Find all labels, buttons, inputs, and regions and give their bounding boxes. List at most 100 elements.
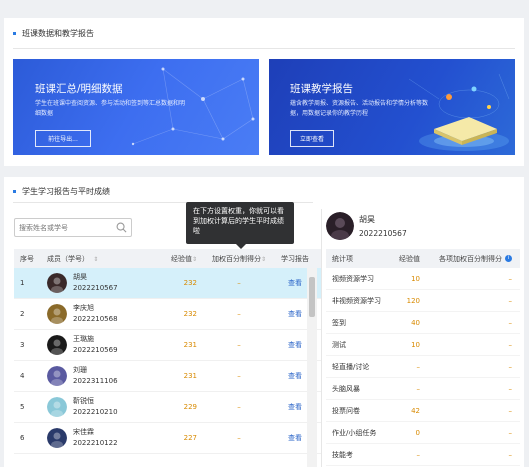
stat-item: 视频资源学习 (332, 274, 374, 283)
row-number: 6 (20, 434, 25, 442)
avatar (47, 304, 67, 324)
pct-value: – (237, 279, 241, 287)
search-box[interactable] (14, 218, 132, 237)
avatar (47, 428, 67, 448)
member-name: 胡昊 (73, 273, 87, 281)
divider (321, 209, 322, 467)
column-header-member[interactable]: 成员（学号） ⇕ (43, 254, 161, 264)
member-cell: 胡昊 2022210567 (43, 272, 161, 294)
member-name: 李庆旭 (73, 304, 94, 312)
export-button[interactable]: 前往导出... (35, 130, 91, 147)
exp-value: 231 (183, 372, 197, 380)
stat-item: 技能考 (332, 450, 353, 459)
section-marker-icon (13, 190, 16, 193)
avatar (47, 397, 67, 417)
report-section: 班课数据和教学报告 班课汇总/明细数据 学生在班课中查阅资源、参与活动和签到等汇… (4, 18, 524, 166)
member-info: 刘珊 2022311106 (73, 365, 118, 387)
stat-score: – (508, 450, 513, 459)
column-header-exp[interactable]: 经验值⇕ (161, 254, 201, 264)
sort-icon[interactable]: ⇕ (93, 256, 98, 263)
stat-exp: 42 (411, 406, 420, 415)
table-header: 统计项 经验值 各项加权百分制得分 i (326, 249, 520, 268)
pct-value: – (237, 341, 241, 349)
section-title-text: 学生学习报告与平时成绩 (22, 187, 110, 196)
table-body: 1 胡昊 2022210567 232– 查看 2 李庆旭 2022210568 232– 查看 3… (14, 268, 321, 454)
search-input[interactable] (15, 219, 111, 236)
exp-value: 229 (183, 403, 197, 411)
stats-row: 非视频资源学习 120 – (326, 290, 520, 312)
stat-score: – (508, 384, 513, 393)
table-row[interactable]: 4 刘珊 2022311106 231– 查看 (14, 361, 321, 392)
avatar (47, 273, 67, 293)
stat-item: 测试 (332, 340, 346, 349)
scrollbar-thumb[interactable] (309, 277, 315, 317)
member-cell: 宋佳霖 2022210122 (43, 427, 161, 449)
stat-exp: 10 (411, 340, 420, 349)
stat-exp: 120 (406, 296, 420, 305)
stat-exp: 0 (415, 428, 420, 437)
stats-row: 测试 10 – (326, 334, 520, 356)
stat-score: – (508, 428, 513, 437)
stat-item: 非视频资源学习 (332, 296, 381, 305)
row-number: 3 (20, 341, 25, 349)
weight-tooltip: 在下方设置权重，你就可以看到加权计算后的学生平时成绩啦 (186, 202, 294, 244)
pct-value: – (237, 434, 241, 442)
member-name: 王璐施 (73, 335, 94, 343)
member-cell: 王璐施 2022210569 (43, 334, 161, 356)
stat-exp: – (416, 450, 421, 459)
stats-row: 技能考 – – (326, 444, 520, 466)
banner-title: 班课教学报告 (290, 83, 353, 95)
member-info: 李庆旭 2022210568 (73, 303, 118, 325)
column-header-report: 学习报告 (281, 254, 309, 263)
pct-value: – (237, 310, 241, 318)
stat-exp: – (416, 384, 421, 393)
member-cell: 靳锐恒 2022210210 (43, 396, 161, 418)
stats-row: 轻直播/讨论 – – (326, 356, 520, 378)
export-data-banner[interactable]: 班课汇总/明细数据 学生在班课中查阅资源、参与活动和签到等汇总数据和明细数据 前… (13, 59, 259, 155)
banner-title: 班课汇总/明细数据 (35, 83, 123, 95)
stat-exp: – (416, 362, 421, 371)
stats-row: 签到 40 – (326, 312, 520, 334)
stat-score: – (508, 406, 513, 415)
column-header-item: 统计项 (332, 254, 353, 263)
section-marker-icon (13, 32, 16, 35)
member-id: 2022210568 (73, 315, 118, 323)
view-report-button[interactable]: 立即查看 (290, 130, 334, 147)
member-info: 王璐施 2022210569 (73, 334, 118, 356)
info-icon[interactable]: i (505, 255, 512, 262)
section-title-text: 班课数据和教学报告 (22, 29, 94, 38)
table-row[interactable]: 1 胡昊 2022210567 232– 查看 (14, 268, 321, 299)
stat-exp: 10 (411, 274, 420, 283)
banner-description: 学生在班课中查阅资源、参与活动和签到等汇总数据和明细数据 (35, 100, 186, 117)
stats-table: 统计项 经验值 各项加权百分制得分 i 视频资源学习 10 – 非视频资源学习 120 – 签… (326, 249, 520, 466)
sort-icon[interactable]: ⇕ (261, 256, 266, 263)
stats-row: 投票问卷 42 – (326, 400, 520, 422)
member-id: 2022210569 (73, 346, 118, 354)
table-row[interactable]: 2 李庆旭 2022210568 232– 查看 (14, 299, 321, 330)
row-number: 4 (20, 372, 25, 380)
column-header-exp: 经验值 (399, 254, 420, 263)
avatar (47, 335, 67, 355)
column-header-pct[interactable]: 加权百分制得分⇕ (201, 254, 277, 264)
student-name: 胡昊 (359, 215, 375, 224)
section-title: 班课数据和教学报告 (13, 28, 94, 39)
teaching-report-banner[interactable]: 班课教学报告 蕴含教学周报、资源报告、活动报告和学情分析等数据，用数据记录你的教… (269, 59, 515, 155)
student-report-section: 学生学习报告与平时成绩 序号 成员（学号） ⇕ 经验值⇕ 加权百分制得分⇕ 学习… (4, 177, 524, 467)
stat-item: 作业/小组任务 (332, 428, 377, 437)
stats-row: 视频资源学习 10 – (326, 268, 520, 290)
member-cell: 李庆旭 2022210568 (43, 303, 161, 325)
stat-score: – (508, 274, 513, 283)
section-title: 学生学习报告与平时成绩 (13, 186, 110, 197)
stat-item: 投票问卷 (332, 406, 360, 415)
column-header-member-label: 成员（学号） (47, 254, 89, 263)
member-id: 2022210210 (73, 408, 118, 416)
table-body: 视频资源学习 10– 非视频资源学习 120– 签到 40– 测试 10– 轻直播/讨论 – – 头脑… (326, 268, 520, 466)
row-number: 5 (20, 403, 25, 411)
member-name: 靳锐恒 (73, 397, 94, 405)
table-row[interactable]: 5 靳锐恒 2022210210 229– 查看 (14, 392, 321, 423)
sort-icon[interactable]: ⇕ (192, 256, 197, 263)
search-icon[interactable] (116, 222, 127, 233)
table-row[interactable]: 6 宋佳霖 2022210122 227– 查看 (14, 423, 321, 454)
avatar (47, 366, 67, 386)
table-row[interactable]: 3 王璐施 2022210569 231– 查看 (14, 330, 321, 361)
